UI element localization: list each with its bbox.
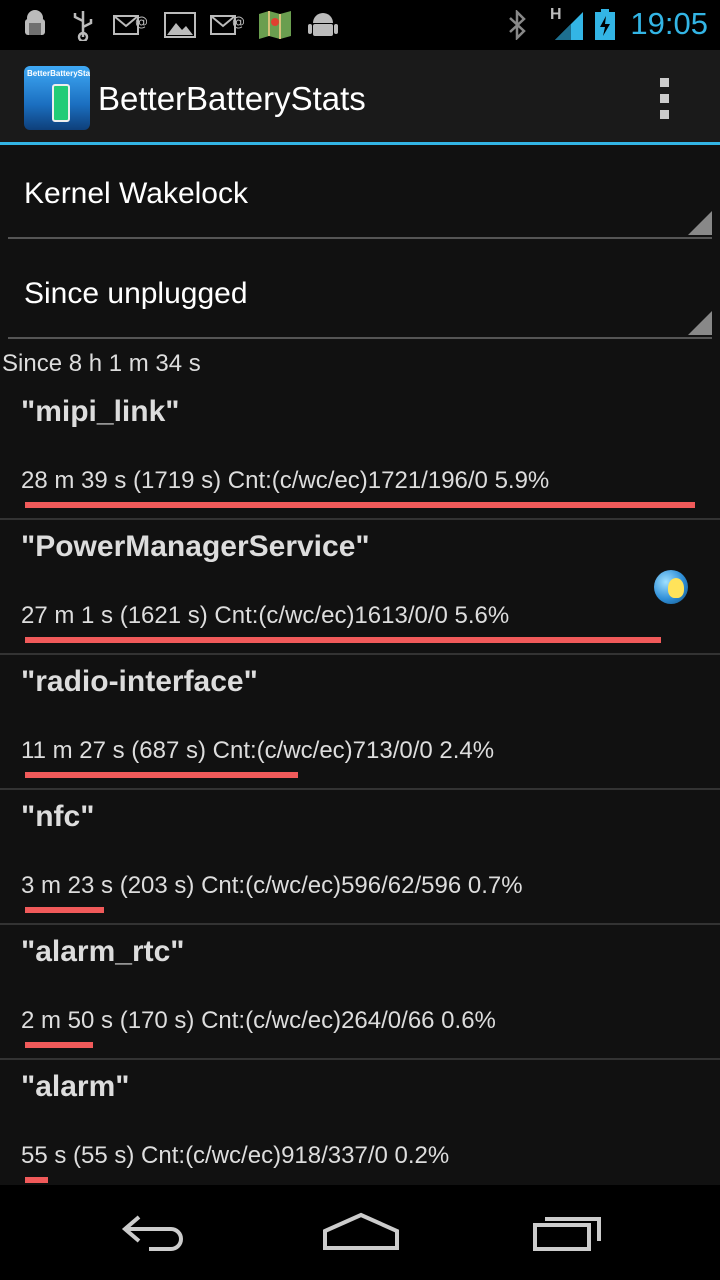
stat-type-value: Kernel Wakelock [24, 177, 248, 210]
back-icon[interactable] [110, 1201, 200, 1261]
wakelock-detail: 3 m 23 s (203 s) Cnt:(c/wc/ec)596/62/596… [21, 872, 523, 899]
battery-icon [52, 84, 70, 122]
signal-icon: H [548, 6, 588, 42]
wakelock-detail: 55 s (55 s) Cnt:(c/wc/ec)918/337/0 0.2% [21, 1142, 450, 1169]
wakelock-name: "radio-interface" [21, 665, 258, 698]
list-item[interactable]: "mipi_link" 28 m 39 s (1719 s) Cnt:(c/wc… [0, 385, 720, 520]
android-debug-icon [18, 8, 52, 42]
android-icon [306, 8, 340, 42]
usage-bar [25, 772, 298, 778]
battery-charging-icon [588, 8, 622, 42]
since-label: Since 8 h 1 m 34 s [2, 350, 201, 377]
wakelock-detail: 2 m 50 s (170 s) Cnt:(c/wc/ec)264/0/66 0… [21, 1007, 496, 1034]
usage-bar [25, 637, 661, 643]
usage-bar [25, 1042, 93, 1048]
spinner-underline [8, 337, 712, 339]
overflow-dot [659, 78, 669, 87]
content-area: Kernel Wakelock Since unplugged Since 8 … [0, 145, 720, 1185]
overflow-dot [659, 110, 669, 119]
app-icon[interactable]: BetterBatteryStats [24, 66, 90, 130]
stat-type-spinner[interactable]: Kernel Wakelock [8, 145, 712, 239]
usage-bar [25, 1177, 48, 1183]
app-icon-label: BetterBatteryStats [27, 69, 90, 78]
dropdown-triangle-icon [688, 211, 712, 235]
recents-icon[interactable] [522, 1201, 612, 1261]
list-item[interactable]: "nfc" 3 m 23 s (203 s) Cnt:(c/wc/ec)596/… [0, 790, 720, 925]
stat-period-spinner[interactable]: Since unplugged [8, 245, 712, 339]
wakelock-name: "alarm_rtc" [21, 935, 185, 968]
navigation-bar [0, 1185, 720, 1280]
list-item[interactable]: "PowerManagerService" 27 m 1 s (1621 s) … [0, 520, 720, 655]
list-item[interactable]: "radio-interface" 11 m 27 s (687 s) Cnt:… [0, 655, 720, 790]
wakelock-name: "PowerManagerService" [21, 530, 370, 563]
status-bar: @ @ H 19:05 [0, 0, 720, 50]
wakelock-detail: 27 m 1 s (1621 s) Cnt:(c/wc/ec)1613/0/0 … [21, 602, 510, 629]
overflow-dot [659, 94, 669, 103]
svg-text:@: @ [232, 15, 244, 30]
usage-bar [25, 907, 104, 913]
gallery-icon [163, 8, 197, 42]
lightbulb-globe-icon[interactable] [654, 570, 688, 604]
list-item[interactable]: "alarm_rtc" 2 m 50 s (170 s) Cnt:(c/wc/e… [0, 925, 720, 1060]
wakelock-detail: 11 m 27 s (687 s) Cnt:(c/wc/ec)713/0/0 2… [21, 737, 495, 764]
dropdown-triangle-icon [688, 311, 712, 335]
wakelock-name: "alarm" [21, 1070, 130, 1103]
svg-text:@: @ [135, 15, 147, 30]
wakelock-detail: 28 m 39 s (1719 s) Cnt:(c/wc/ec)1721/196… [21, 467, 550, 494]
stat-period-value: Since unplugged [24, 277, 248, 310]
maps-icon [258, 8, 292, 42]
list-item[interactable]: "alarm" 55 s (55 s) Cnt:(c/wc/ec)918/337… [0, 1060, 720, 1193]
email-icon: @ [113, 8, 147, 42]
email-icon: @ [210, 8, 244, 42]
overflow-menu-button[interactable] [654, 78, 674, 122]
spinner-underline [8, 237, 712, 239]
app-title: BetterBatteryStats [98, 80, 366, 117]
network-type-label: H [550, 6, 562, 23]
usage-bar [25, 502, 695, 508]
home-icon[interactable] [316, 1201, 406, 1261]
wakelock-name: "nfc" [21, 800, 95, 833]
usb-icon [66, 8, 100, 42]
clock: 19:05 [630, 6, 708, 41]
wakelock-name: "mipi_link" [21, 395, 180, 428]
bluetooth-icon [500, 8, 534, 42]
